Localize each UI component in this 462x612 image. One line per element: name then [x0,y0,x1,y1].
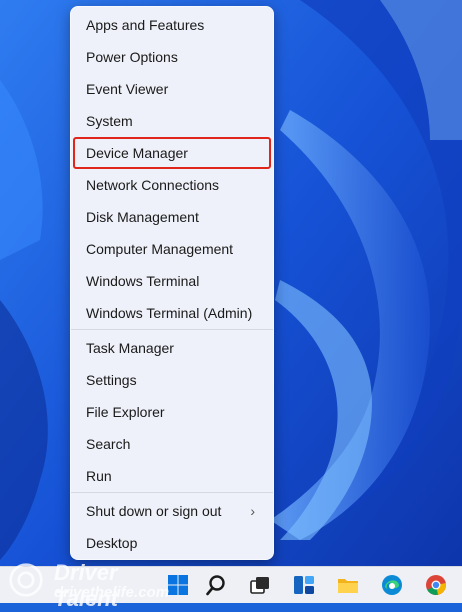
menu-item-network-connections[interactable]: Network Connections [73,170,271,200]
edge-icon[interactable] [374,567,410,603]
chrome-icon[interactable] [418,567,454,603]
menu-item-label: Shut down or sign out [86,503,222,519]
menu-item-label: Computer Management [86,241,234,257]
menu-item-windows-terminal-admin[interactable]: Windows Terminal (Admin) [73,298,271,328]
menu-item-task-manager[interactable]: Task Manager [73,333,271,363]
menu-item-computer-management[interactable]: Computer Management [73,234,271,264]
menu-item-label: Settings [86,372,137,388]
menu-divider [71,329,273,330]
widgets-icon[interactable] [286,567,322,603]
menu-item-label: System [86,113,133,129]
menu-item-run[interactable]: Run [73,461,271,491]
menu-item-label: File Explorer [86,404,165,420]
menu-item-search[interactable]: Search [73,429,271,459]
menu-item-label: Device Manager [86,145,188,161]
search-icon[interactable] [198,567,234,603]
menu-item-label: Task Manager [86,340,174,356]
menu-item-settings[interactable]: Settings [73,365,271,395]
menu-item-windows-terminal[interactable]: Windows Terminal [73,266,271,296]
menu-item-device-manager[interactable]: Device Manager [73,137,271,169]
watermark-site: drivethelife.com [54,584,170,601]
menu-item-label: Power Options [86,49,178,65]
menu-item-label: Apps and Features [86,17,205,33]
menu-item-apps-and-features[interactable]: Apps and Features [73,10,271,40]
menu-item-event-viewer[interactable]: Event Viewer [73,74,271,104]
menu-item-desktop[interactable]: Desktop [73,528,271,558]
menu-item-label: Event Viewer [86,81,169,97]
menu-item-label: Disk Management [86,209,199,225]
menu-item-label: Desktop [86,535,138,551]
menu-item-label: Windows Terminal [86,273,200,289]
menu-item-disk-management[interactable]: Disk Management [73,202,271,232]
menu-item-label: Network Connections [86,177,220,193]
chevron-right-icon: › [250,503,255,519]
menu-item-power-options[interactable]: Power Options [73,42,271,72]
quick-link-menu: Apps and Features Power Options Event Vi… [70,6,274,560]
menu-item-system[interactable]: System [73,106,271,136]
menu-item-file-explorer[interactable]: File Explorer [73,397,271,427]
driver-talent-logo-icon [9,563,43,597]
menu-item-label: Windows Terminal (Admin) [86,305,253,321]
menu-item-shut-down-or-sign-out[interactable]: Shut down or sign out › [73,496,271,526]
menu-item-label: Run [86,468,112,484]
menu-item-label: Search [86,436,131,452]
file-explorer-icon[interactable] [330,567,366,603]
watermark-logo: Driver Talent drivethelife.com [6,560,170,611]
task-view-icon[interactable] [242,567,278,603]
menu-divider [71,492,273,493]
